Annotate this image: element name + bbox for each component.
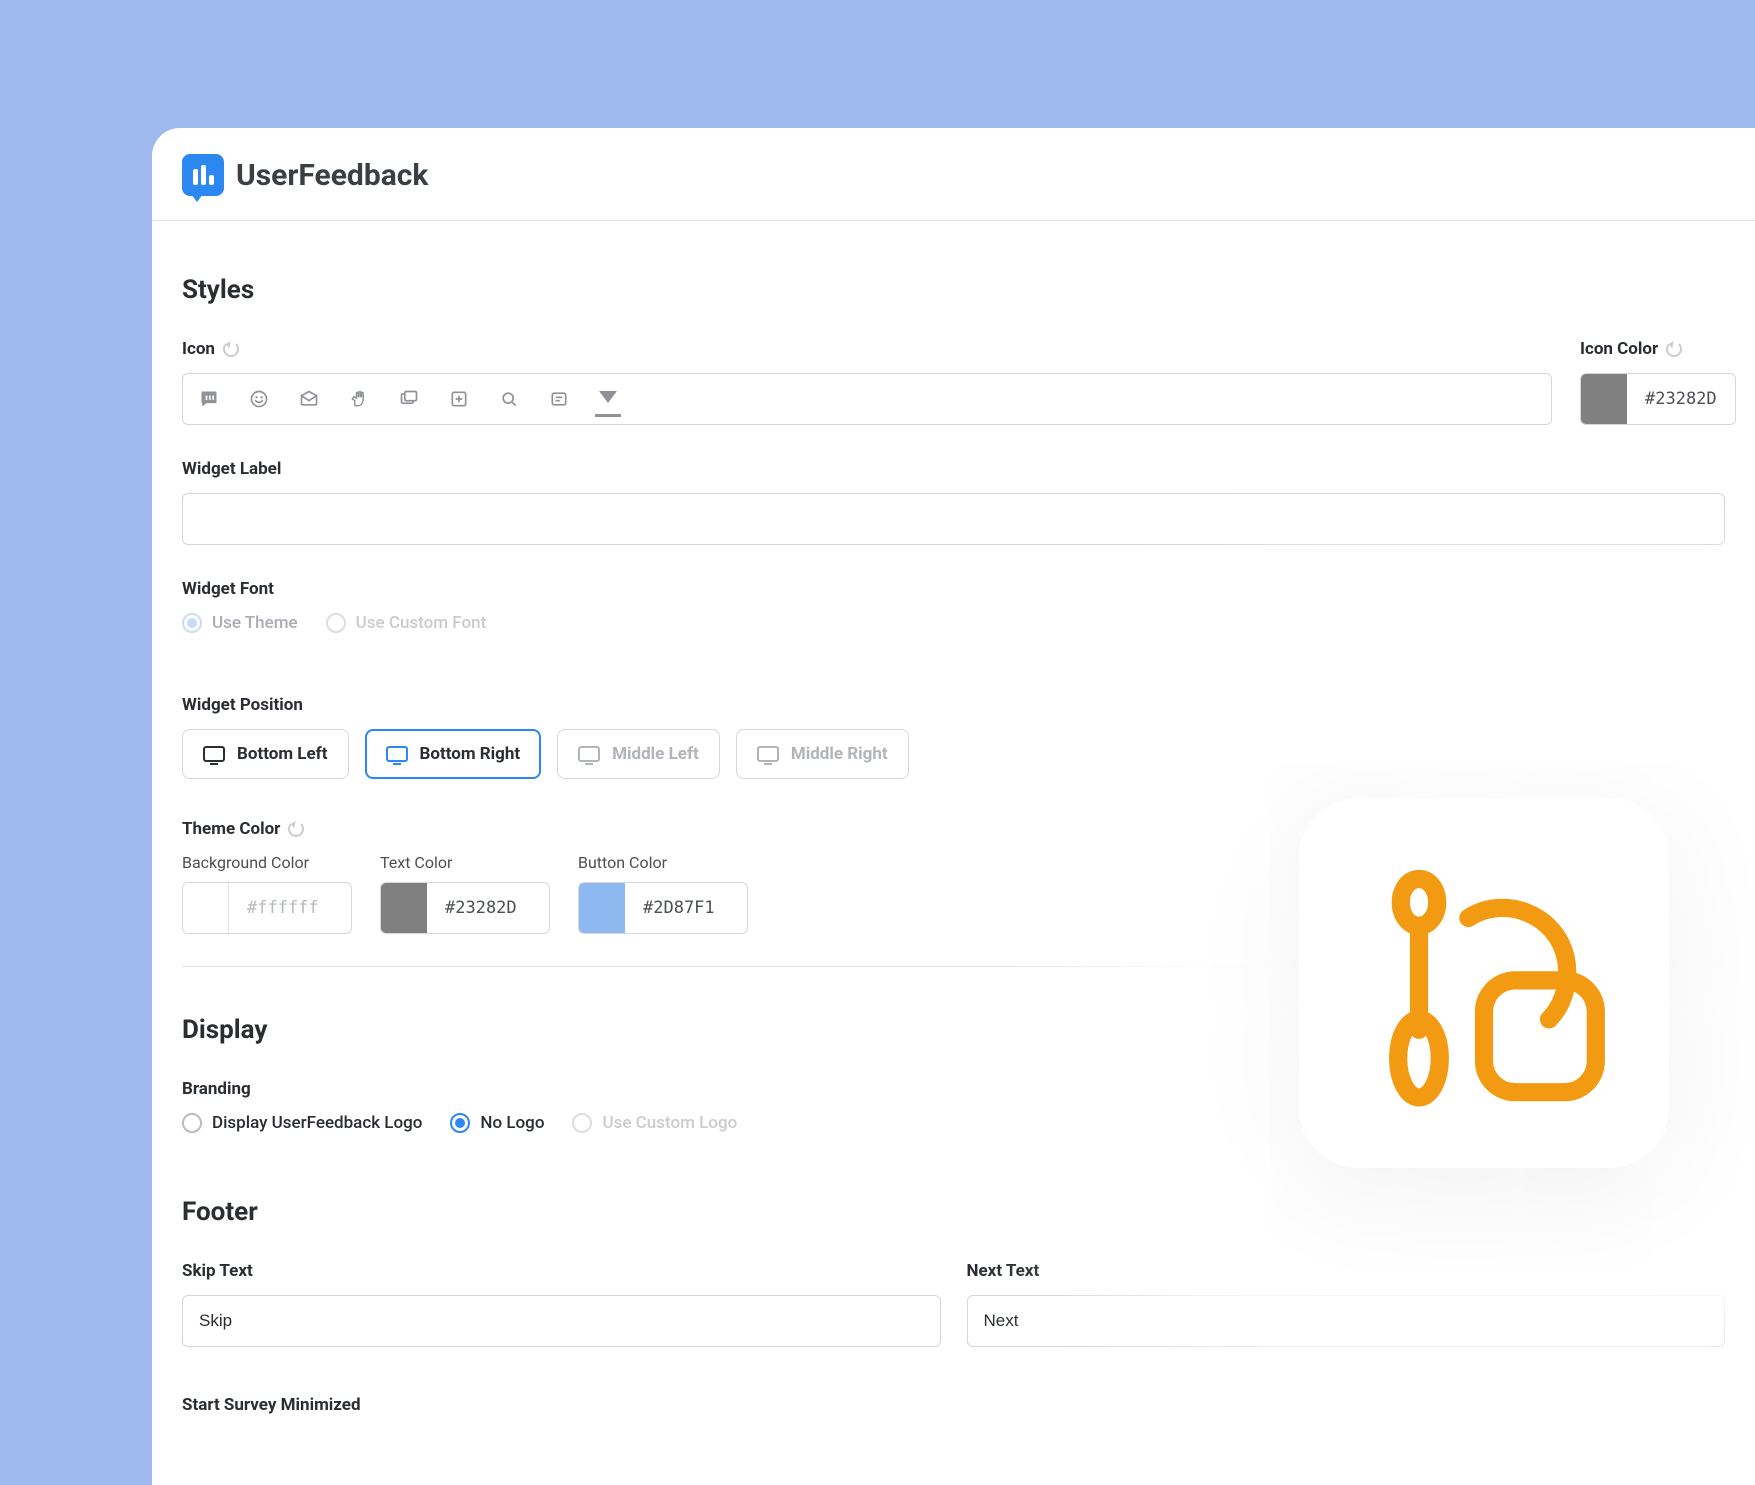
icon-option-more-icon[interactable] <box>599 391 617 407</box>
widget-position-options: Bottom Left Bottom Right Middle Left Mid… <box>182 729 1725 779</box>
widget-font-options: Use Theme Use Custom Font <box>182 613 1725 633</box>
position-bottom-right[interactable]: Bottom Right <box>365 729 542 779</box>
label-skip-text: Skip Text <box>182 1261 941 1281</box>
text-color-input[interactable]: #23282D <box>380 882 550 934</box>
text-color-swatch[interactable] <box>381 883 427 933</box>
section-title-footer: Footer <box>182 1197 1725 1227</box>
label-start-minimized: Start Survey Minimized <box>182 1395 1725 1415</box>
position-middle-right: Middle Right <box>736 729 909 779</box>
icon-color-swatch[interactable] <box>1581 374 1627 424</box>
reset-icon[interactable] <box>1666 341 1682 357</box>
label-widget-position: Widget Position <box>182 695 1725 715</box>
icon-option-inbox-icon[interactable] <box>299 389 319 409</box>
background-color-input[interactable]: #ffffff <box>182 882 352 934</box>
icon-picker <box>182 373 1552 425</box>
radio-use-theme[interactable]: Use Theme <box>182 613 298 633</box>
app-header: UserFeedback <box>152 128 1755 221</box>
widget-label-input[interactable] <box>182 493 1725 545</box>
label-text-color: Text Color <box>380 853 550 872</box>
label-icon-color: Icon Color <box>1580 339 1736 359</box>
brand-name: UserFeedback <box>236 158 428 193</box>
icon-option-note-icon[interactable] <box>549 389 569 409</box>
label-widget-label: Widget Label <box>182 459 1725 479</box>
label-background-color: Background Color <box>182 853 352 872</box>
icon-option-chat-icon[interactable] <box>199 389 219 409</box>
button-color-swatch[interactable] <box>579 883 625 933</box>
icon-option-badge-icon[interactable] <box>449 389 469 409</box>
decorative-brush-card-icon <box>1299 798 1669 1168</box>
icon-option-cards-icon[interactable] <box>399 389 419 409</box>
label-button-color: Button Color <box>578 853 748 872</box>
label-next-text: Next Text <box>967 1261 1726 1281</box>
icon-option-search-icon[interactable] <box>499 389 519 409</box>
label-icon: Icon <box>182 339 1552 359</box>
next-text-input[interactable] <box>967 1295 1726 1347</box>
skip-text-input[interactable] <box>182 1295 941 1347</box>
brand-logo-icon <box>182 154 224 196</box>
radio-no-logo[interactable]: No Logo <box>450 1113 544 1133</box>
radio-display-logo[interactable]: Display UserFeedback Logo <box>182 1113 422 1133</box>
button-color-input[interactable]: #2D87F1 <box>578 882 748 934</box>
settings-panel: UserFeedback Styles Icon <box>152 128 1755 1485</box>
label-widget-font: Widget Font <box>182 579 1725 599</box>
icon-option-smile-icon[interactable] <box>249 389 269 409</box>
position-middle-left: Middle Left <box>557 729 720 779</box>
section-title-styles: Styles <box>182 275 1725 305</box>
reset-icon[interactable] <box>223 341 239 357</box>
background-color-swatch[interactable] <box>183 883 229 933</box>
icon-color-input[interactable]: #23282D <box>1580 373 1736 425</box>
icon-option-hand-icon[interactable] <box>349 389 369 409</box>
reset-icon[interactable] <box>288 821 304 837</box>
position-bottom-left[interactable]: Bottom Left <box>182 729 349 779</box>
radio-custom-logo[interactable]: Use Custom Logo <box>572 1113 737 1133</box>
radio-use-custom-font[interactable]: Use Custom Font <box>326 613 487 633</box>
